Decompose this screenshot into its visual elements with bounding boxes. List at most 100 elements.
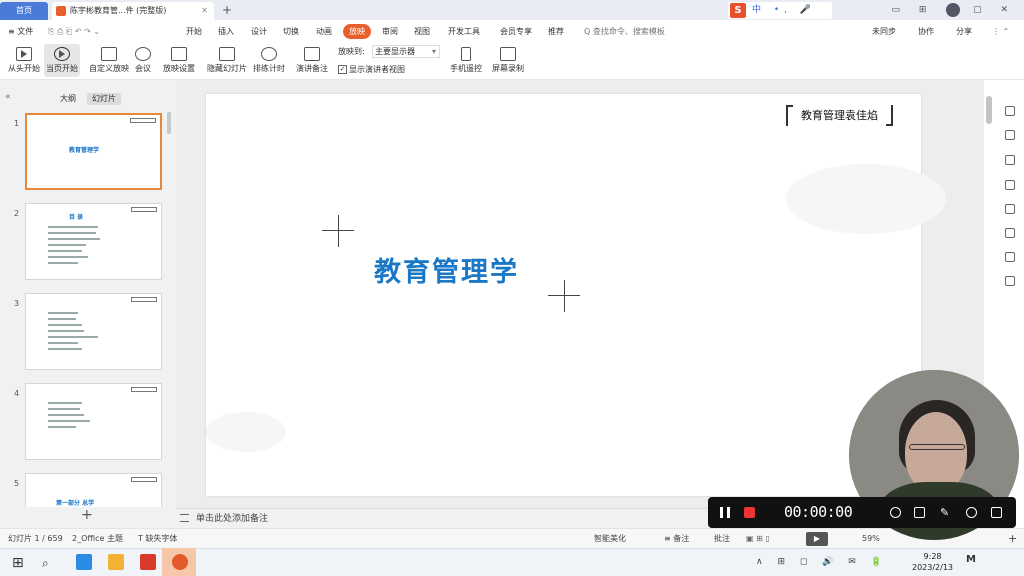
webcam-person-face bbox=[905, 412, 967, 492]
adjust-icon[interactable] bbox=[1005, 130, 1015, 140]
collapse-panel-icon[interactable]: « bbox=[5, 92, 11, 102]
new-tab-button[interactable]: + bbox=[222, 2, 232, 18]
webcam-person-glasses bbox=[909, 444, 965, 450]
slide-thumbnail-1[interactable]: 教育管理学 bbox=[25, 113, 162, 190]
menu-recommend[interactable]: 推荐 bbox=[548, 20, 564, 43]
sync-status[interactable]: 未同步 bbox=[872, 20, 896, 43]
timer-icon[interactable] bbox=[966, 507, 977, 518]
slide-panel-scrollbar[interactable] bbox=[167, 112, 171, 134]
notes-toggle[interactable]: ≡ 备注 bbox=[664, 529, 689, 549]
custom-show-button[interactable]: 自定义放映 bbox=[89, 47, 129, 74]
thumb-author-box bbox=[131, 207, 157, 212]
custom-show-icon bbox=[101, 47, 117, 61]
hide-slide-button[interactable]: 隐藏幻灯片 bbox=[207, 47, 247, 74]
template-icon[interactable] bbox=[1005, 252, 1015, 262]
search-icon[interactable]: ⌕ bbox=[42, 555, 58, 571]
slide-thumbnail-5[interactable]: 第一部分 总学 bbox=[25, 473, 162, 507]
help-icon[interactable] bbox=[1005, 276, 1015, 286]
shape-icon[interactable] bbox=[1005, 180, 1015, 190]
folder-icon[interactable] bbox=[108, 554, 124, 570]
app-icon-blue[interactable] bbox=[76, 554, 92, 570]
menu-animation[interactable]: 动画 bbox=[316, 20, 332, 43]
phone-remote-button[interactable]: 手机遥控 bbox=[450, 47, 482, 74]
play-slideshow-button[interactable]: ▶ bbox=[806, 532, 828, 546]
document-tab[interactable]: 陈宇彬教育管...件 (完整版) ✕ bbox=[52, 2, 214, 20]
slide-thumbnail-2[interactable]: 目 录 bbox=[25, 203, 162, 280]
menu-view[interactable]: 视图 bbox=[414, 20, 430, 43]
command-search[interactable]: Q 查找命令、搜索模板 bbox=[584, 20, 665, 43]
thumb-author-box bbox=[130, 118, 156, 123]
recording-toolbar: 00:00:00 ✎ bbox=[708, 497, 1016, 528]
show-settings-button[interactable]: 放映设置 bbox=[163, 47, 195, 74]
view-mode-icons[interactable]: ▣ ⊞ ▯ bbox=[746, 529, 770, 549]
menu-insert[interactable]: 插入 bbox=[218, 20, 234, 43]
slide-thumbnail-3[interactable] bbox=[25, 293, 162, 370]
file-menu[interactable]: ≡ 文件 bbox=[8, 20, 33, 43]
recorder-app-icon[interactable] bbox=[172, 554, 188, 570]
smart-beautify[interactable]: 智能美化 bbox=[594, 529, 626, 549]
missing-font[interactable]: T 缺失字体 bbox=[138, 529, 177, 549]
minimize-icon[interactable] bbox=[991, 507, 1002, 518]
menu-review[interactable]: 审阅 bbox=[382, 20, 398, 43]
menu-start[interactable]: 开始 bbox=[186, 20, 202, 43]
thumb-line bbox=[48, 414, 84, 416]
format-icon[interactable] bbox=[1005, 106, 1015, 116]
menu-design[interactable]: 设计 bbox=[251, 20, 267, 43]
notes-placeholder[interactable]: 单击此处添加备注 bbox=[196, 509, 268, 529]
system-tray[interactable]: ∧ ⊞ ◻ 🔊 ✉ 🔋 bbox=[756, 548, 888, 576]
focus-icon[interactable] bbox=[890, 507, 901, 518]
presenter-view-checkbox[interactable]: ✓ 显示演讲者视图 bbox=[338, 64, 405, 75]
image-icon[interactable] bbox=[1005, 204, 1015, 214]
windows-start-icon[interactable]: ⊞ bbox=[12, 555, 28, 571]
play-current-button[interactable]: 当页开始 bbox=[46, 47, 78, 74]
thumb-line bbox=[48, 336, 98, 338]
menu-slideshow[interactable]: 放映 bbox=[343, 24, 371, 39]
camera-icon[interactable] bbox=[914, 507, 925, 518]
wps-icon[interactable] bbox=[140, 554, 156, 570]
thumb-line bbox=[48, 402, 82, 404]
decor-wave bbox=[206, 412, 286, 452]
collaborate-button[interactable]: 协作 bbox=[918, 20, 934, 43]
meeting-button[interactable]: 会议 bbox=[135, 47, 151, 74]
window-controls[interactable]: ▭ ⊞ — ▢ ✕ bbox=[891, 2, 1016, 18]
menu-developer[interactable]: 开发工具 bbox=[448, 20, 480, 43]
screen-record-button[interactable]: 屏幕录制 bbox=[492, 47, 524, 74]
rehearse-timing-button[interactable]: 排练计时 bbox=[253, 47, 285, 74]
thumb-line bbox=[48, 348, 82, 350]
pen-icon[interactable]: ✎ bbox=[940, 507, 951, 518]
slide-thumbnail-4[interactable] bbox=[25, 383, 162, 460]
monitor-select[interactable]: 主要显示器 bbox=[372, 45, 440, 58]
thumb-line bbox=[48, 238, 100, 240]
slide-title[interactable]: 教育管理学 bbox=[374, 250, 519, 289]
menu-transition[interactable]: 切换 bbox=[283, 20, 299, 43]
thumb-title: 第一部分 总学 bbox=[56, 500, 95, 507]
play-from-start-button[interactable]: 从头开始 bbox=[8, 47, 40, 74]
home-tab[interactable]: 首页 bbox=[0, 2, 48, 20]
ime-toolbar[interactable]: S 中 •, 🎤 ▦ ▦ bbox=[728, 2, 832, 32]
tab-slides[interactable]: 幻灯片 bbox=[87, 93, 121, 105]
thumb-line bbox=[48, 226, 98, 228]
thumb-line bbox=[48, 262, 78, 264]
quick-access-icons[interactable]: ⎘ ⎙ ⎗ ↶ ↷ ⌄ bbox=[48, 20, 100, 43]
thumb-author-box bbox=[131, 477, 157, 482]
comments-toggle[interactable]: 批注 bbox=[714, 529, 730, 549]
close-tab-icon[interactable]: ✕ bbox=[201, 2, 208, 20]
speaker-notes-button[interactable]: 演讲备注 bbox=[296, 47, 328, 74]
thumb-line bbox=[48, 318, 76, 320]
thumb-line bbox=[48, 408, 80, 410]
add-slide-button[interactable]: + bbox=[81, 508, 93, 522]
canvas-scrollbar[interactable] bbox=[986, 96, 992, 124]
theme-name[interactable]: 2_Office 主题 bbox=[72, 529, 123, 549]
tab-outline[interactable]: 大纲 bbox=[55, 93, 81, 105]
notification-icon[interactable]: M bbox=[966, 554, 982, 570]
slide-author-box[interactable]: 教育管理袁佳焰 bbox=[786, 105, 893, 126]
clock[interactable]: 9:28 2023/2/13 bbox=[912, 551, 953, 573]
animation-icon[interactable] bbox=[1005, 155, 1015, 165]
document-tab-label: 陈宇彬教育管...件 (完整版) bbox=[70, 6, 167, 15]
share-button[interactable]: 分享 bbox=[956, 20, 972, 43]
more-icon[interactable]: ⋮ ⌃ bbox=[992, 20, 1009, 43]
stop-record-icon[interactable] bbox=[744, 507, 755, 518]
location-icon[interactable] bbox=[1005, 228, 1015, 238]
menu-member[interactable]: 会员专享 bbox=[500, 20, 532, 43]
pause-icon[interactable] bbox=[720, 507, 730, 518]
